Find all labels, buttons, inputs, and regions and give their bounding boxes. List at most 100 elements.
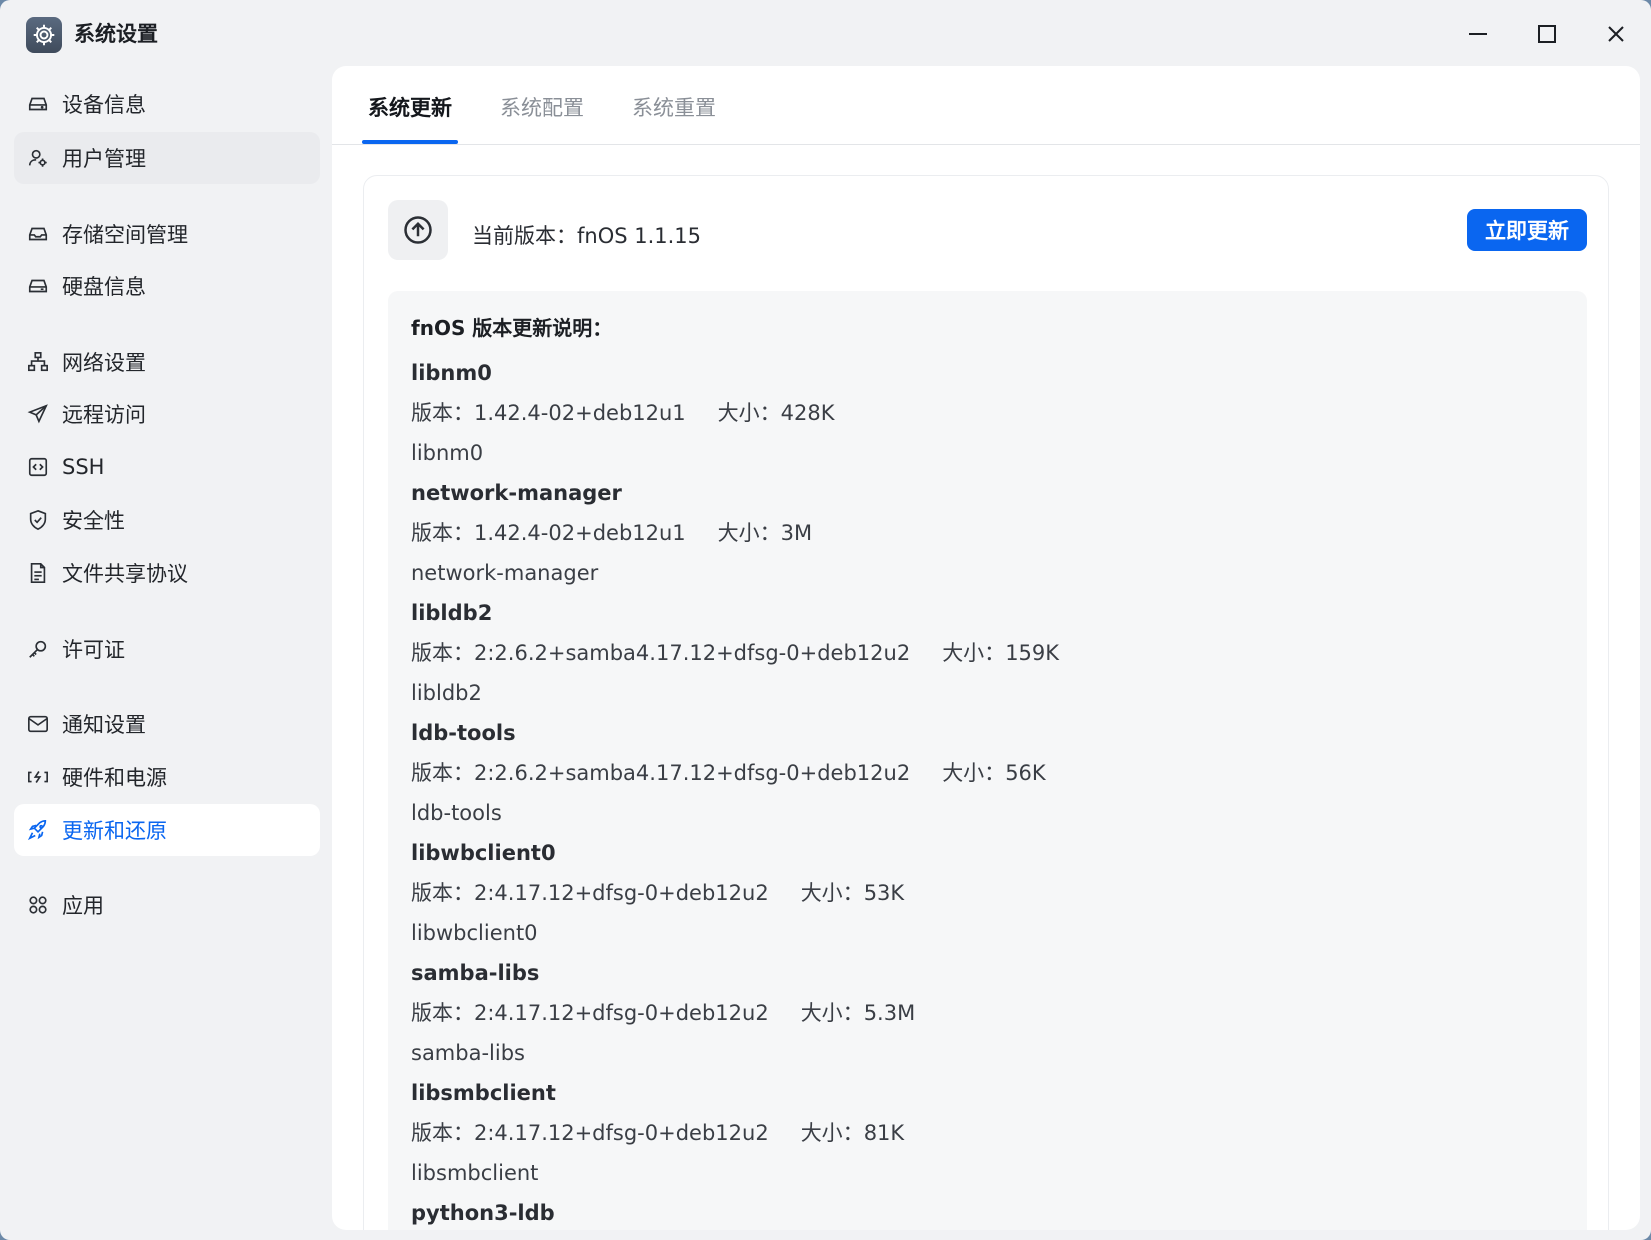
package-size: 81K (863, 1121, 905, 1145)
shield-icon (26, 508, 50, 532)
package-version: 1.42.4-02+deb12u1 (474, 521, 686, 545)
package-meta: 版本：1.42.4-02+deb12u1 大小：428K (411, 393, 1561, 433)
tab-system-reset[interactable]: 系统重置 (632, 92, 716, 122)
size-prefix: 大小： (942, 761, 1006, 785)
version-prefix: 版本： (411, 1001, 474, 1025)
version-prefix: 版本： (411, 1121, 474, 1145)
sidebar-item-hardware-power[interactable]: 硬件和电源 (14, 751, 320, 803)
package-version: 2:2.6.2+samba4.17.12+dfsg-0+deb12u2 (474, 761, 911, 785)
close-icon (1608, 26, 1624, 42)
package-meta: 版本：1.42.4-02+deb12u1 大小：3M (411, 513, 1561, 553)
package-name: libwbclient0 (411, 841, 556, 865)
sidebar-item-license[interactable]: 许可证 (14, 623, 320, 675)
sidebar-item-label: 硬盘信息 (62, 275, 146, 299)
sidebar-item-remote-access[interactable]: 远程访问 (14, 388, 320, 440)
size-prefix: 大小： (717, 521, 781, 545)
package-description: libwbclient0 (411, 921, 538, 945)
sidebar-item-label: 安全性 (62, 509, 125, 533)
disk-icon (26, 274, 50, 298)
code-icon (26, 455, 50, 479)
sidebar-item-network[interactable]: 网络设置 (14, 336, 320, 388)
device-icon (26, 92, 50, 116)
size-prefix: 大小： (800, 1121, 864, 1145)
sidebar-item-notifications[interactable]: 通知设置 (14, 698, 320, 750)
sidebar-item-user-management[interactable]: 用户管理 (14, 132, 320, 184)
rocket-icon (26, 818, 50, 842)
package-meta: 版本：2:4.17.12+dfsg-0+deb12u2 大小：53K (411, 873, 1561, 913)
release-notes-title: fnOS 版本更新说明： (411, 316, 613, 340)
package-version: 2:4.17.12+dfsg-0+deb12u2 (474, 1121, 769, 1145)
size-prefix: 大小： (800, 881, 864, 905)
sidebar-item-storage[interactable]: 存储空间管理 (14, 208, 320, 260)
maximize-icon (1538, 25, 1556, 43)
sidebar-item-label: 应用 (62, 894, 104, 918)
sidebar-item-ssh[interactable]: SSH (14, 441, 320, 493)
sidebar-item-security[interactable]: 安全性 (14, 494, 320, 546)
sidebar-item-label: 存储空间管理 (62, 223, 188, 247)
package-description: ldb-tools (411, 801, 502, 825)
sidebar-item-label: 远程访问 (62, 403, 146, 427)
settings-window: 系统设置 设备信息 用户管理 存储空间管理 硬盘信息 网络设置 远程访问 SSH… (0, 0, 1651, 1240)
package-version: 2:2.6.2+samba4.17.12+dfsg-0+deb12u2 (474, 641, 911, 665)
version-prefix: 版本： (411, 641, 474, 665)
package-name: python3-ldb (411, 1201, 555, 1225)
close-button[interactable] (1596, 14, 1636, 54)
package-size: 56K (1005, 761, 1046, 785)
maximize-button[interactable] (1527, 14, 1567, 54)
package-name: ldb-tools (411, 721, 516, 745)
tab-bar: 系统更新 系统配置 系统重置 (332, 66, 1640, 145)
package-version: 1.42.4-02+deb12u1 (474, 401, 686, 425)
package-description: network-manager (411, 561, 599, 585)
minimize-button[interactable] (1458, 14, 1498, 54)
storage-icon (26, 222, 50, 246)
power-icon (26, 765, 50, 789)
send-icon (26, 402, 50, 426)
package-name: libldb2 (411, 601, 493, 625)
package-description: samba-libs (411, 1041, 525, 1065)
key-icon (26, 637, 50, 661)
sidebar-item-label: SSH (62, 455, 105, 479)
size-prefix: 大小： (800, 1001, 864, 1025)
package-version: 2:4.17.12+dfsg-0+deb12u2 (474, 1001, 769, 1025)
active-tab-indicator (362, 140, 458, 144)
package-meta: 版本：2:4.17.12+dfsg-0+deb12u2 大小：5.3M (411, 993, 1561, 1033)
sidebar-item-disk-info[interactable]: 硬盘信息 (14, 260, 320, 312)
size-prefix: 大小： (942, 641, 1006, 665)
package-meta: 版本：2:2.6.2+samba4.17.12+dfsg-0+deb12u2 大小… (411, 753, 1561, 793)
sidebar-item-label: 通知设置 (62, 713, 146, 737)
current-version: 当前版本：fnOS 1.1.15 (472, 224, 702, 248)
update-now-button[interactable]: 立即更新 (1467, 209, 1587, 251)
package-list: libnm0 版本：1.42.4-02+deb12u1 大小：428K libnm0 n… (411, 353, 1561, 1230)
window-title: 系统设置 (74, 22, 158, 46)
package-meta: 版本：2:4.17.12+dfsg-0+deb12u2 大小：81K (411, 1113, 1561, 1153)
sidebar-item-update-restore[interactable]: 更新和还原 (14, 804, 320, 856)
sidebar-item-device-info[interactable]: 设备信息 (14, 78, 320, 130)
minimize-icon (1469, 33, 1487, 35)
network-icon (26, 350, 50, 374)
settings-gear-icon (26, 17, 62, 53)
sidebar: 设备信息 用户管理 存储空间管理 硬盘信息 网络设置 远程访问 SSH 安全性 … (0, 66, 332, 1240)
package-description: libsmbclient (411, 1161, 539, 1185)
version-prefix: 版本： (411, 521, 474, 545)
package-size: 5.3M (863, 1001, 916, 1025)
package-size: 3M (780, 521, 813, 545)
package-size: 159K (1005, 641, 1060, 665)
package-name: samba-libs (411, 961, 540, 985)
package-name: libnm0 (411, 361, 492, 385)
update-card: 当前版本：fnOS 1.1.15 立即更新 fnOS 版本更新说明： libnm… (363, 175, 1609, 1230)
version-prefix: 版本： (411, 761, 474, 785)
sidebar-item-label: 设备信息 (62, 93, 146, 117)
user-icon (26, 146, 50, 170)
document-icon (26, 561, 50, 585)
tab-system-update[interactable]: 系统更新 (368, 92, 452, 122)
sidebar-item-file-sharing[interactable]: 文件共享协议 (14, 547, 320, 599)
sidebar-item-label: 文件共享协议 (62, 562, 188, 586)
mail-icon (26, 712, 50, 736)
sidebar-item-apps[interactable]: 应用 (14, 879, 320, 931)
tab-system-config[interactable]: 系统配置 (500, 92, 584, 122)
release-notes: fnOS 版本更新说明： libnm0 版本：1.42.4-02+deb12u1 大… (388, 291, 1587, 1230)
apps-icon (26, 893, 50, 917)
upload-arrow-icon (388, 200, 448, 260)
package-name: libsmbclient (411, 1081, 556, 1105)
package-name: network-manager (411, 481, 622, 505)
